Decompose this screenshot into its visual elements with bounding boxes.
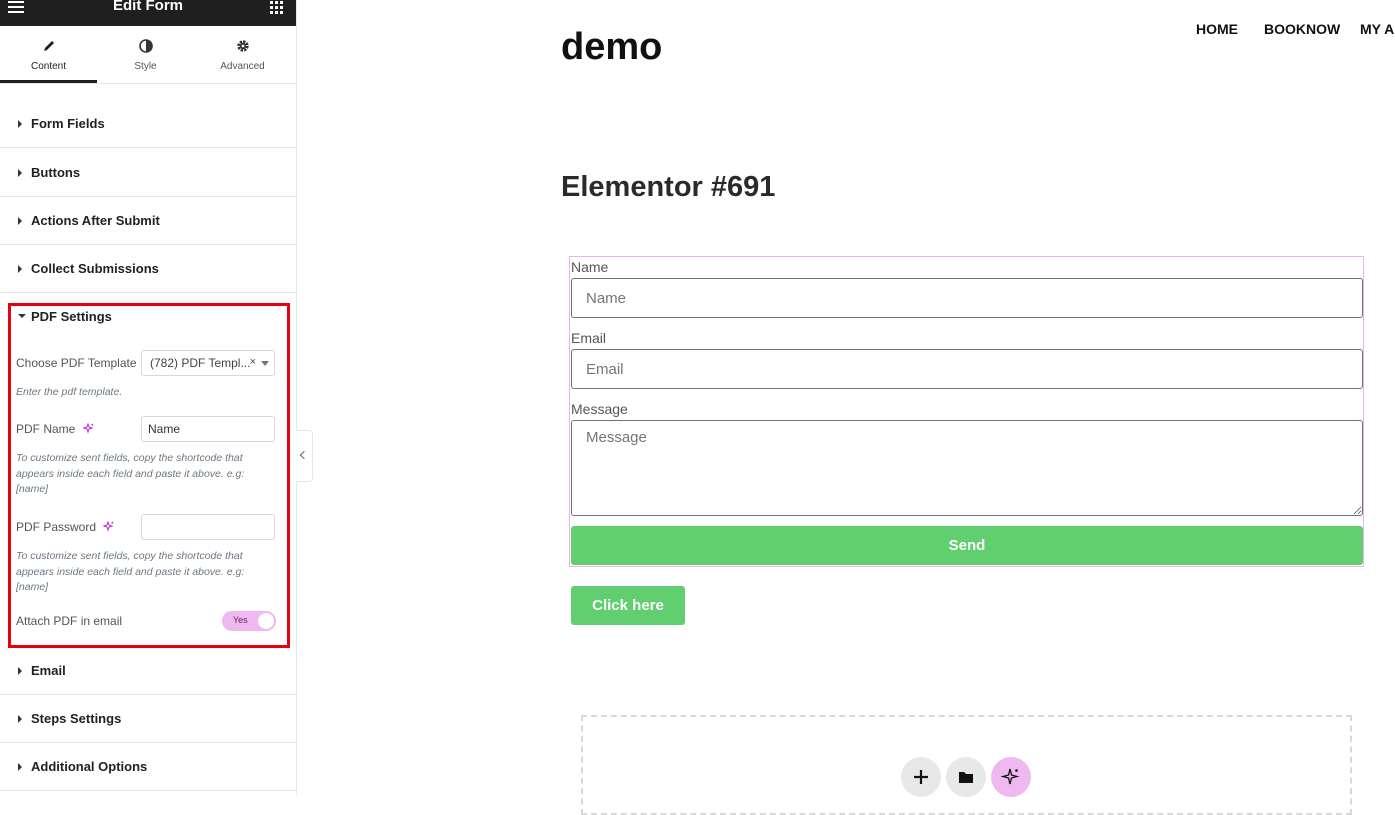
tab-style-label: Style [134,61,157,72]
section-label: Form Fields [31,116,105,131]
pdf-password-hint: To customize sent fields, copy the short… [16,550,245,593]
pdf-template-label: Choose PDF Template [16,356,137,370]
ai-sparkle-icon[interactable] [82,422,94,437]
message-field[interactable] [571,420,1363,516]
caret-down-icon [18,314,26,318]
pdf-password-label-wrap: PDF Password [16,520,114,535]
section-label: Email [31,663,66,678]
section-label: Steps Settings [31,711,122,726]
nav-home[interactable]: HOME [1196,21,1238,37]
section-collect-submissions[interactable]: Collect Submissions [0,245,296,293]
nav-booknow[interactable]: BOOKNOW [1264,21,1340,37]
half-circle-icon [97,39,194,53]
panel-tabs: Content Style Advanced [0,26,296,84]
ai-generate-button[interactable] [991,757,1031,797]
pdf-name-label: PDF Name [16,422,76,436]
clear-icon[interactable]: × [250,356,256,368]
pencil-icon [0,39,97,53]
pdf-password-input[interactable] [141,514,275,540]
caret-right-icon [18,763,22,771]
attach-pdf-toggle[interactable]: Yes [222,611,276,631]
email-field[interactable] [571,349,1363,389]
pdf-name-label-wrap: PDF Name [16,422,94,437]
caret-right-icon [18,667,22,675]
section-buttons[interactable]: Buttons [0,149,296,197]
pdf-password-label: PDF Password [16,520,97,534]
tab-advanced-label: Advanced [220,61,265,72]
pdf-name-input[interactable] [141,416,275,442]
plus-icon [914,770,928,784]
message-field-label: Message [571,401,628,417]
panel-title: Edit Form [113,0,183,14]
tab-advanced[interactable]: Advanced [194,26,291,83]
pdf-template-hint: Enter the pdf template. [16,386,123,398]
toggle-yes-label: Yes [233,615,248,625]
section-form-fields[interactable]: Form Fields [0,100,296,148]
section-actions-after-submit[interactable]: Actions After Submit [0,197,296,245]
chevron-down-icon[interactable] [261,361,269,366]
collapse-panel-button[interactable] [296,430,313,482]
panel-header: Edit Form [0,0,296,26]
section-additional-options[interactable]: Additional Options [0,743,296,791]
pdf-template-value: (782) PDF Templ... [150,356,251,370]
toggle-knob [258,613,274,629]
caret-right-icon [18,217,22,225]
section-label: Collect Submissions [31,261,159,276]
click-here-button[interactable]: Click here [571,586,685,625]
send-button[interactable]: Send [571,526,1363,565]
caret-right-icon [18,120,22,128]
tab-style[interactable]: Style [97,26,194,83]
name-field[interactable] [571,278,1363,318]
pdf-template-select[interactable]: (782) PDF Templ... × [141,350,275,376]
folder-icon [959,772,973,783]
section-label: Actions After Submit [31,213,160,228]
tab-content[interactable]: Content [0,26,97,83]
site-logo[interactable]: demo [561,26,662,69]
pdf-name-hint: To customize sent fields, copy the short… [16,452,245,495]
section-steps-settings[interactable]: Steps Settings [0,695,296,743]
caret-right-icon [18,265,22,273]
section-label: Buttons [31,165,81,180]
caret-right-icon [18,169,22,177]
caret-right-icon [18,715,22,723]
page-title: Elementor #691 [561,171,776,203]
nav-my-account[interactable]: MY A [1360,21,1394,37]
widgets-grid-icon[interactable] [270,1,283,14]
section-label: PDF Settings [31,309,112,324]
gear-icon [194,39,291,53]
chevron-left-icon [299,450,309,460]
editor-panel: Edit Form Content Style Advanced Form Fi [0,0,297,795]
tab-content-label: Content [30,61,67,72]
email-field-label: Email [571,330,607,346]
add-section-button[interactable] [901,757,941,797]
add-template-button[interactable] [946,757,986,797]
name-field-label: Name [571,259,609,275]
ai-sparkle-icon[interactable] [102,520,114,535]
attach-pdf-label: Attach PDF in email [16,614,123,628]
section-label: Additional Options [31,759,148,774]
section-email[interactable]: Email [0,647,296,695]
ai-sparkle-icon [1000,768,1020,785]
